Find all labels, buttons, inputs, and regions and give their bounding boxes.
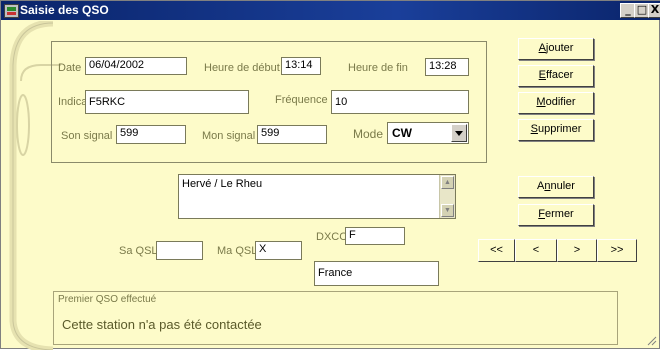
their-signal-label: Son signal [61,130,113,142]
their-signal-field[interactable]: 599 [116,125,186,144]
date-label: Date [58,62,82,74]
qso-entry-window: Saisie des QSO _ □ X Date 06/04/2002 Heu… [0,0,660,350]
my-qsl-label: Ma QSL [217,245,258,257]
dxcc-label: DXCC [316,231,348,243]
close-form-button[interactable]: Fermer [518,204,594,226]
my-qsl-field[interactable]: X [255,241,302,260]
their-qsl-field[interactable] [156,241,203,260]
previous-record-button[interactable]: < [515,239,557,262]
frequency-label: Fréquence [275,94,328,106]
mode-label: Mode [353,127,384,141]
next-record-button[interactable]: > [557,239,597,262]
status-message: Cette station n'a pas été contactée [62,317,262,332]
scroll-down-icon[interactable]: ▼ [441,204,454,217]
first-record-button[interactable]: << [478,239,515,262]
country-field: France [314,261,439,286]
clear-button[interactable]: Effacer [518,65,594,87]
status-panel: Premier QSO effectué Cette station n'a p… [53,291,618,345]
frequency-field[interactable]: 10 [331,90,469,114]
comment-scrollbar[interactable]: ▲ ▼ [439,175,455,218]
add-button[interactable]: Ajouter [518,38,594,60]
resize-grip-icon[interactable] [645,334,657,346]
my-signal-label: Mon signal [202,130,256,142]
cancel-button[interactable]: Annuler [518,176,594,198]
my-signal-field[interactable]: 599 [257,125,327,144]
end-time-field[interactable]: 13:28 [425,58,469,76]
start-time-label: Heure de début [204,62,280,74]
window-title: Saisie des QSO [20,3,109,17]
title-bar[interactable]: Saisie des QSO _ □ X [1,1,660,20]
close-button[interactable]: X [648,3,660,18]
mode-select[interactable]: CW [387,122,469,144]
status-title: Premier QSO effectué [58,294,157,305]
modify-button[interactable]: Modifier [518,92,594,114]
end-time-label: Heure de fin [348,62,408,74]
app-icon [4,4,19,18]
callsign-field[interactable]: F5RKC [85,90,249,114]
mode-value: CW [392,126,412,140]
last-record-button[interactable]: >> [597,239,637,262]
comment-textarea[interactable]: Hervé / Le Rheu ▲ ▼ [178,174,456,219]
start-time-field[interactable]: 13:14 [281,57,321,75]
dxcc-field[interactable]: F [345,227,405,245]
date-field[interactable]: 06/04/2002 [85,57,187,75]
their-qsl-label: Sa QSL [119,245,158,257]
chevron-down-icon[interactable] [451,124,467,142]
delete-button[interactable]: Supprimer [518,119,594,141]
comment-text: Hervé / Le Rheu [182,178,263,190]
scroll-up-icon[interactable]: ▲ [441,176,454,189]
